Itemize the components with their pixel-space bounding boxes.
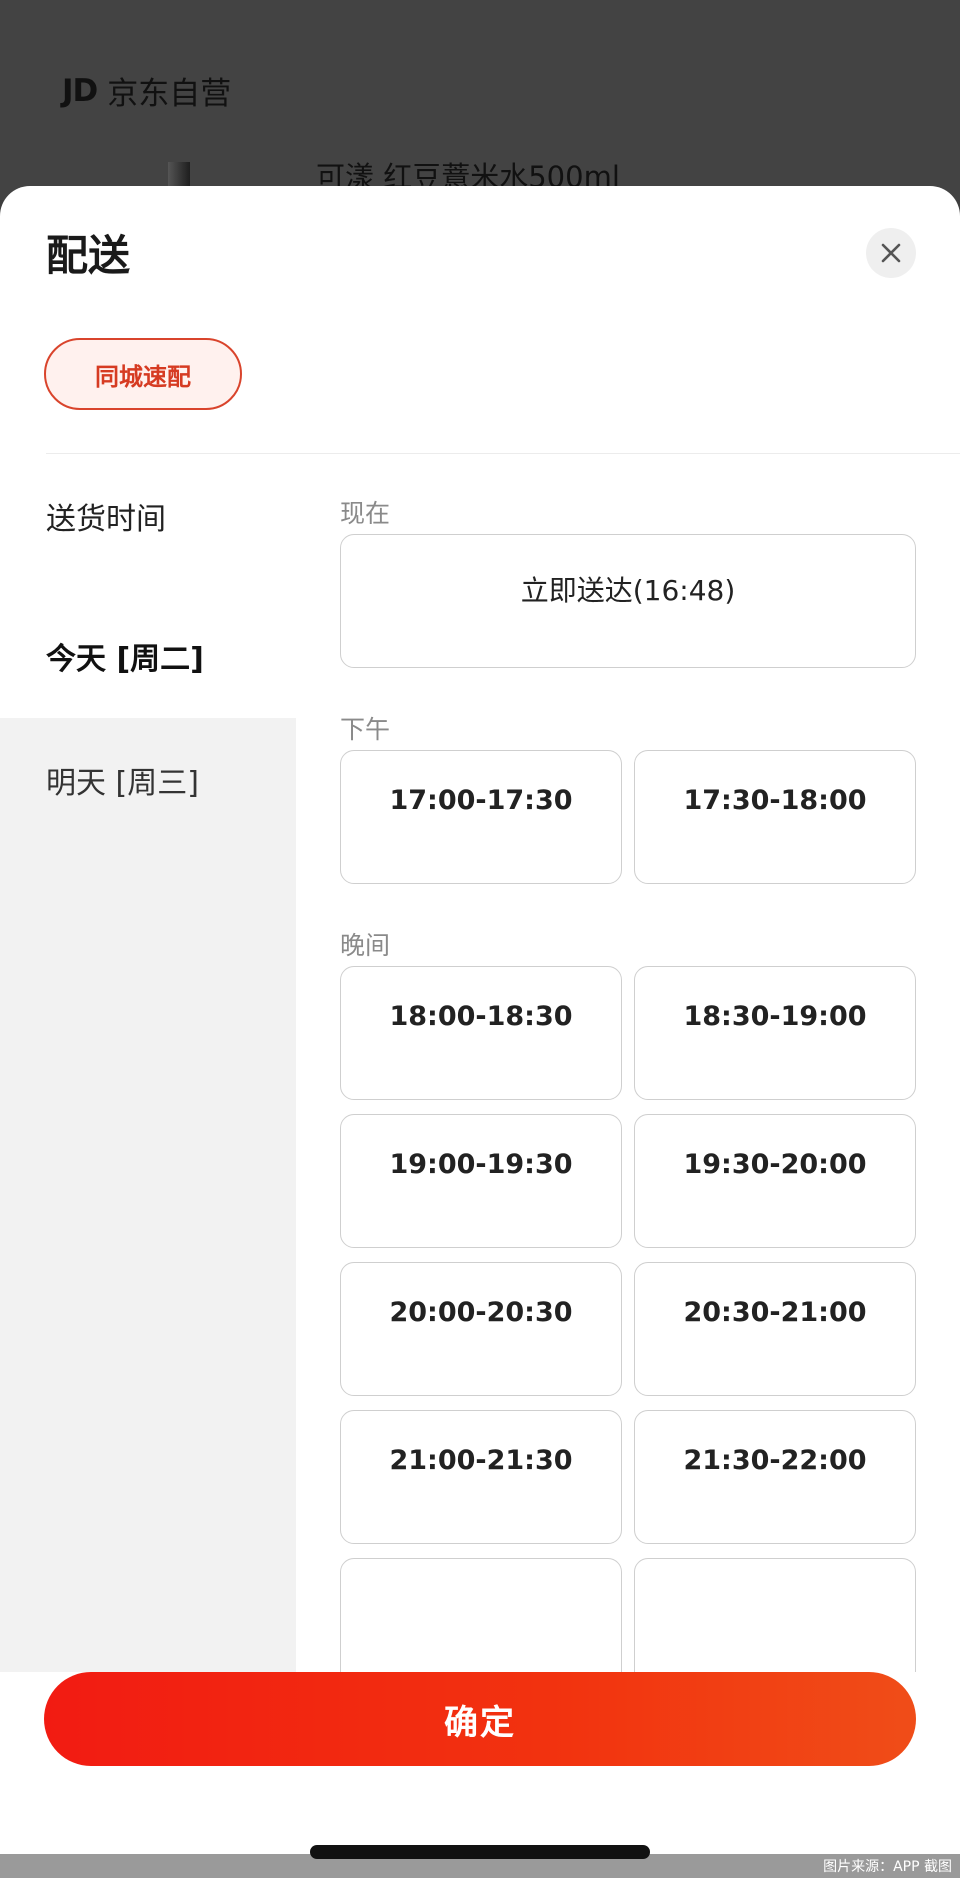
delivery-time-header: 送货时间 <box>46 502 166 537</box>
shop-header: JD 京东自营 <box>62 68 231 113</box>
slot-1700-1730[interactable]: 17:00-17:30 <box>340 750 622 884</box>
image-source-note: 图片来源：APP 截图 <box>823 1859 952 1875</box>
close-button[interactable] <box>866 228 916 278</box>
confirm-button[interactable]: 确定 <box>44 1672 916 1766</box>
slot-2130-2200[interactable]: 21:30-22:00 <box>634 1410 916 1544</box>
jd-logo: JD <box>62 72 98 109</box>
slot-1930-2000[interactable]: 19:30-20:00 <box>634 1114 916 1248</box>
date-item-label: 明天 [周三] <box>46 766 199 801</box>
slot-2030-2100[interactable]: 20:30-21:00 <box>634 1262 916 1396</box>
slot-immediate[interactable]: 立即送达(16:48) <box>340 534 916 668</box>
close-icon <box>881 243 901 263</box>
sheet-title: 配送 <box>46 231 131 280</box>
section-label-afternoon: 下午 <box>340 715 391 744</box>
date-column-fill <box>0 842 296 1694</box>
date-column: 送货时间 今天 [周二] 明天 [周三] <box>0 454 296 1694</box>
date-item-label: 今天 [周二] <box>46 642 204 677</box>
home-indicator[interactable] <box>310 1845 650 1859</box>
section-label-now: 现在 <box>340 499 391 528</box>
slot-next-row[interactable] <box>340 1558 622 1674</box>
slot-1730-1800[interactable]: 17:30-18:00 <box>634 750 916 884</box>
delivery-sheet: 配送 同城速配 送货时间 今天 [周二] 明天 [周三] 现在 立即送达(16:… <box>0 186 960 1878</box>
slot-1900-1930[interactable]: 19:00-19:30 <box>340 1114 622 1248</box>
slot-next-row[interactable] <box>634 1558 916 1674</box>
date-item-today[interactable]: 今天 [周二] <box>0 594 296 718</box>
slot-1800-1830[interactable]: 18:00-18:30 <box>340 966 622 1100</box>
slot-1830-1900[interactable]: 18:30-19:00 <box>634 966 916 1100</box>
slot-2000-2030[interactable]: 20:00-20:30 <box>340 1262 622 1396</box>
shop-name: 京东自营 <box>107 76 232 112</box>
delivery-method-chip[interactable]: 同城速配 <box>44 338 242 410</box>
date-item-tomorrow[interactable]: 明天 [周三] <box>0 718 296 842</box>
time-slot-area[interactable]: 现在 立即送达(16:48) 下午 17:00-17:30 17:30-18:0… <box>296 454 960 1674</box>
section-label-evening: 晚间 <box>340 931 391 960</box>
slot-2100-2130[interactable]: 21:00-21:30 <box>340 1410 622 1544</box>
